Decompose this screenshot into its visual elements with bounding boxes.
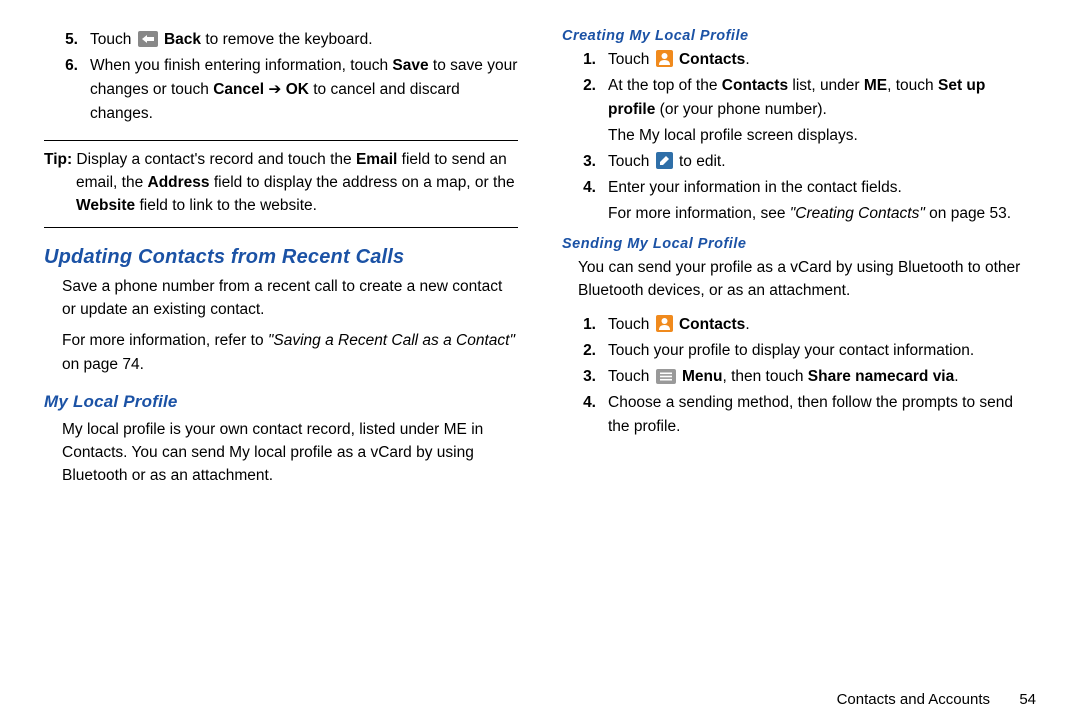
list-item: 2. Touch your profile to display your co… (562, 339, 1036, 363)
step-text: Touch Menu, then touch Share namecard vi… (608, 365, 1036, 389)
heading-sending-profile: Sending My Local Profile (562, 236, 1036, 252)
step-text: Enter your information in the contact fi… (608, 176, 1036, 200)
step-text: Touch Contacts. (608, 313, 1036, 337)
step-text: Touch Back to remove the keyboard. (90, 28, 518, 52)
heading-updating-contacts: Updating Contacts from Recent Calls (44, 246, 518, 269)
list-item: 1. Touch Contacts. (562, 313, 1036, 337)
tip-block: Tip: Display a contact's record and touc… (44, 140, 518, 228)
step-text: Choose a sending method, then follow the… (608, 391, 1036, 439)
list-item: 3. Touch to edit. (562, 150, 1036, 174)
back-icon (138, 31, 158, 47)
step-text: Touch to edit. (608, 150, 1036, 174)
step-text: Touch Contacts. (608, 48, 1036, 72)
paragraph: For more information, refer to "Saving a… (44, 329, 518, 376)
step-number: 4. (562, 176, 608, 200)
tip-text: Tip: Display a contact's record and touc… (44, 149, 518, 218)
footer-page: 54 (990, 691, 1036, 708)
step-text: At the top of the Contacts list, under M… (608, 74, 1036, 122)
page-body: 5. Touch Back to remove the keyboard. 6.… (0, 0, 1080, 680)
heading-my-local-profile: My Local Profile (44, 392, 518, 412)
list-item: 1. Touch Contacts. (562, 48, 1036, 72)
paragraph: My local profile is your own contact rec… (44, 418, 518, 488)
step-note: For more information, see "Creating Cont… (562, 202, 1036, 226)
step-number: 2. (562, 339, 608, 363)
list-item: 4. Choose a sending method, then follow … (562, 391, 1036, 439)
step-number: 3. (562, 150, 608, 174)
paragraph: Save a phone number from a recent call t… (44, 275, 518, 322)
step-number: 5. (44, 28, 90, 52)
right-column: Creating My Local Profile 1. Touch Conta… (540, 28, 1036, 680)
list-item: 5. Touch Back to remove the keyboard. (44, 28, 518, 52)
edit-icon (656, 152, 673, 169)
step-note: The My local profile screen displays. (562, 124, 1036, 148)
contacts-icon (656, 50, 673, 67)
step-number: 1. (562, 313, 608, 337)
step-number: 6. (44, 54, 90, 126)
step-number: 4. (562, 391, 608, 439)
heading-creating-profile: Creating My Local Profile (562, 28, 1036, 44)
paragraph: You can send your profile as a vCard by … (562, 256, 1036, 303)
step-number: 2. (562, 74, 608, 122)
contacts-icon (656, 315, 673, 332)
step-text: Touch your profile to display your conta… (608, 339, 1036, 363)
list-item: 2. At the top of the Contacts list, unde… (562, 74, 1036, 122)
step-number: 1. (562, 48, 608, 72)
list-item: 3. Touch Menu, then touch Share namecard… (562, 365, 1036, 389)
footer-section: Contacts and Accounts (837, 691, 990, 708)
page-footer: Contacts and Accounts54 (837, 691, 1036, 708)
step-number: 3. (562, 365, 608, 389)
step-text: When you finish entering information, to… (90, 54, 518, 126)
left-column: 5. Touch Back to remove the keyboard. 6.… (44, 28, 540, 680)
list-item: 4. Enter your information in the contact… (562, 176, 1036, 200)
list-item: 6. When you finish entering information,… (44, 54, 518, 126)
menu-icon (656, 369, 676, 384)
